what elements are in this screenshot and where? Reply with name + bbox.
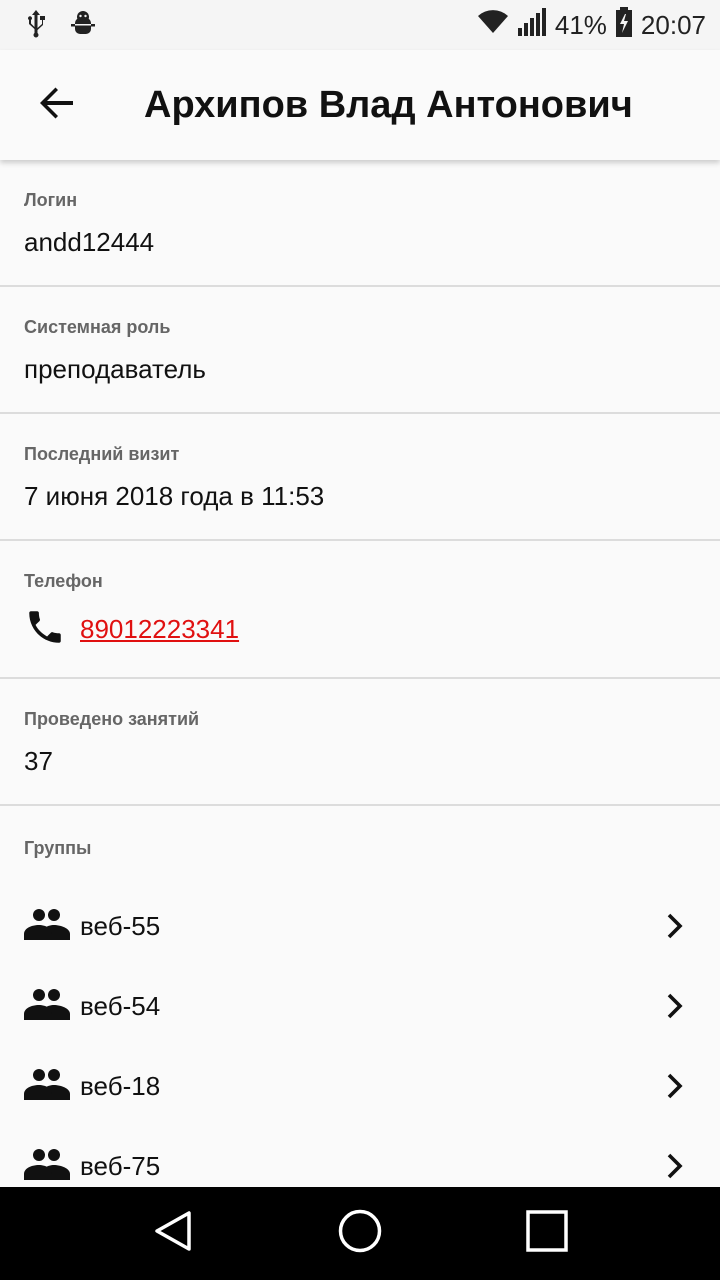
chevron-right-icon [666,1153,684,1179]
signal-icon [517,7,547,43]
nav-recents-button[interactable] [507,1194,587,1274]
group-name: веб-54 [80,990,161,1021]
back-triangle-icon [151,1209,195,1258]
group-icon [24,988,70,1025]
group-icon [24,1068,70,1105]
chevron-right-icon [666,913,684,939]
groups-list: веб-55 веб-54 веб-18 веб-75 [0,886,720,1187]
app-bar: Архипов Влад Антонович [0,50,720,160]
home-circle-icon [337,1208,383,1259]
login-field: Логин andd12444 [0,160,720,287]
phone-field: Телефон 89012223341 [0,541,720,679]
debug-icon [70,10,96,41]
lessons-label: Проведено занятий [24,709,200,729]
last-visit-value: 7 июня 2018 года в 11:53 [24,481,325,511]
phone-link[interactable]: 89012223341 [80,614,239,645]
group-item[interactable]: веб-55 [0,886,720,966]
usb-icon [24,8,48,43]
page-title: Архипов Влад Антонович [144,83,633,126]
wifi-icon [477,9,509,42]
chevron-right-icon [666,1073,684,1099]
group-name: веб-75 [80,1150,161,1181]
group-item[interactable]: веб-54 [0,966,720,1046]
back-button[interactable] [22,70,92,140]
group-item[interactable]: веб-18 [0,1046,720,1126]
role-value: преподаватель [24,354,206,384]
role-label: Системная роль [24,317,171,337]
groups-label: Группы [24,838,92,858]
last-visit-field: Последний визит 7 июня 2018 года в 11:53 [0,414,720,541]
phone-icon[interactable] [24,606,66,653]
recents-square-icon [525,1209,569,1258]
navigation-bar [0,1187,720,1280]
phone-label: Телефон [24,571,103,591]
profile-content: Логин andd12444 Системная роль преподава… [0,160,720,1187]
phone-row: 89012223341 [24,592,696,653]
battery-percent: 41% [554,9,607,40]
last-visit-label: Последний визит [24,444,180,464]
nav-home-button[interactable] [320,1194,400,1274]
arrow-back-icon [39,85,75,126]
lessons-value: 37 [24,746,53,776]
group-item[interactable]: веб-75 [0,1126,720,1187]
screen: 41% 20:07 Архипов Влад Антонович Логин a… [0,0,720,1280]
role-field: Системная роль преподаватель [0,287,720,414]
group-name: веб-18 [80,1070,161,1101]
group-name: веб-55 [80,910,161,941]
battery-icon [615,6,633,44]
nav-back-button[interactable] [133,1194,213,1274]
group-icon [24,908,70,945]
lessons-field: Проведено занятий 37 [0,679,720,806]
chevron-right-icon [666,993,684,1019]
login-label: Логин [24,190,78,210]
login-value: andd12444 [24,227,155,257]
group-icon [24,1148,70,1185]
status-bar: 41% 20:07 [0,0,720,50]
clock: 20:07 [640,9,706,40]
